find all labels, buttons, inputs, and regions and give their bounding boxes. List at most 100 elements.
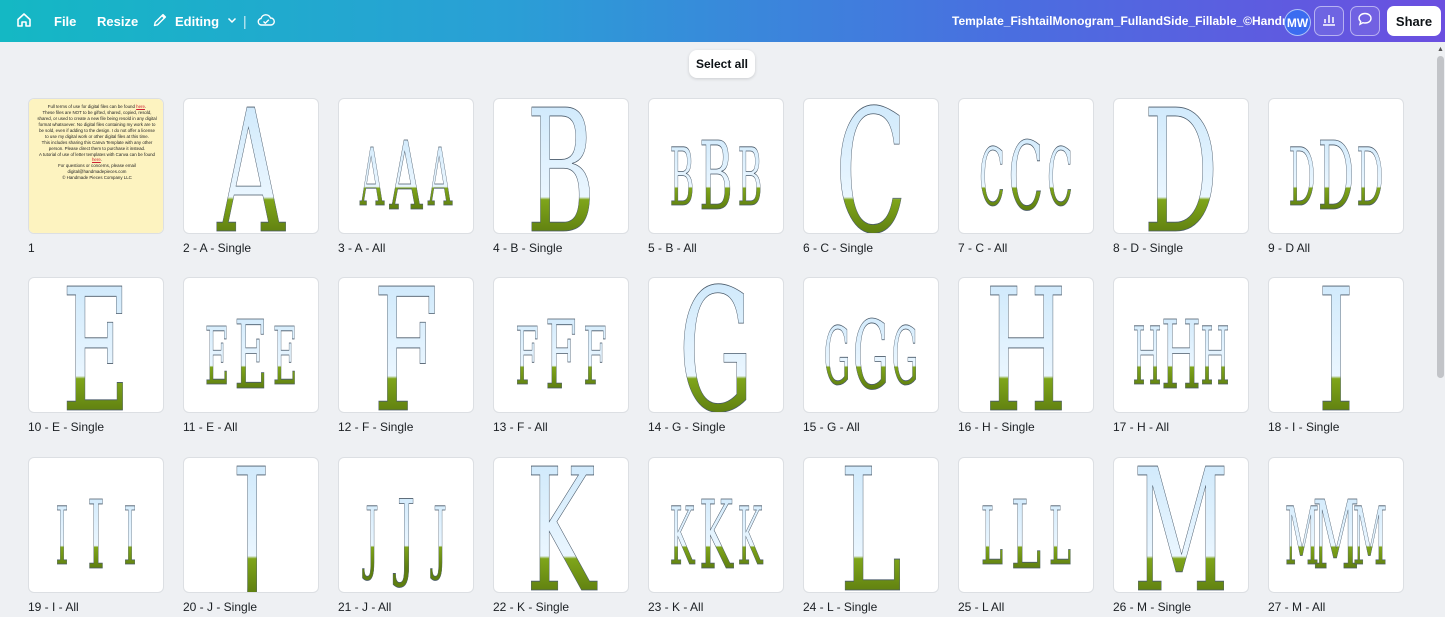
page-thumbnail[interactable]: E — [28, 277, 164, 413]
page-label: 8 - D - Single — [1113, 241, 1184, 255]
page-label: 13 - F - All — [493, 420, 548, 434]
page-thumbnail[interactable]: C — [803, 98, 939, 234]
page-thumbnail[interactable]: J — [183, 457, 319, 593]
page-thumbnail[interactable]: JJJ — [338, 457, 474, 593]
page-thumbnail[interactable]: K — [493, 457, 629, 593]
monogram-side-letter: F — [515, 311, 538, 404]
page-thumbnail[interactable]: A — [183, 98, 319, 234]
letter-thumbnail: AAA — [339, 99, 473, 233]
page-label: 1 — [28, 241, 35, 255]
monogram-side-letter: L — [1049, 491, 1071, 584]
monogram-center-letter: D — [1318, 121, 1355, 232]
monogram-center-letter: H — [1161, 300, 1201, 411]
terms-punct: . — [144, 104, 147, 109]
monogram-center-letter: C — [1009, 121, 1044, 232]
monogram-center-letter: I — [87, 480, 105, 591]
monogram-side-letter: I — [123, 491, 136, 584]
monogram-letter: D — [1144, 99, 1219, 233]
page-thumbnail[interactable]: CCC — [958, 98, 1094, 234]
page-thumbnail[interactable]: FFF — [493, 277, 629, 413]
page-thumbnail[interactable]: EEE — [183, 277, 319, 413]
page-label: 4 - B - Single — [493, 241, 563, 255]
letter-thumbnail: C — [804, 99, 938, 233]
monogram-side-letter: G — [824, 311, 851, 404]
terms-link[interactable]: here — [92, 157, 101, 162]
monogram-letter: H — [985, 278, 1067, 412]
letter-thumbnail: GGG — [804, 278, 938, 412]
page-label: 22 - K - Single — [493, 600, 570, 614]
monogram-side-letter: L — [981, 491, 1003, 584]
letter-thumbnail: G — [649, 278, 783, 412]
terms-body: These files are NOT to be gifted, shared… — [37, 109, 157, 139]
scrollbar-thumb[interactable] — [1437, 56, 1444, 378]
page-label: 7 - C - All — [958, 241, 1008, 255]
page-label: 24 - L - Single — [803, 600, 878, 614]
letter-thumbnail: MMM — [1269, 458, 1403, 592]
page-label: 19 - I - All — [28, 600, 79, 614]
page-label: 9 - D All — [1268, 241, 1311, 255]
monogram-side-letter: D — [1289, 132, 1316, 225]
page-label: 2 - A - Single — [183, 241, 252, 255]
page-thumbnail[interactable]: Full terms of use for digital files can … — [28, 98, 164, 234]
letter-thumbnail: III — [29, 458, 163, 592]
letter-thumbnail: HHH — [1114, 278, 1248, 412]
page-thumbnail[interactable]: B — [493, 98, 629, 234]
monogram-side-letter: K — [737, 491, 763, 584]
page-label: 25 - L All — [958, 600, 1005, 614]
monogram-letter: A — [217, 99, 287, 233]
page-thumbnail[interactable]: AAA — [338, 98, 474, 234]
monogram-side-letter: D — [1357, 132, 1384, 225]
monogram-letter: F — [374, 278, 439, 412]
monogram-center-letter: G — [853, 300, 889, 411]
page-thumbnail[interactable]: HHH — [1113, 277, 1249, 413]
page-thumbnail[interactable]: L — [803, 457, 939, 593]
page-label: 11 - E - All — [183, 420, 238, 434]
page-grid: Full terms of use for digital files can … — [0, 0, 1445, 617]
page-label: 20 - J - Single — [183, 600, 258, 614]
letter-thumbnail: K — [494, 458, 628, 592]
page-thumbnail[interactable]: MMM — [1268, 457, 1404, 593]
letter-thumbnail: D — [1114, 99, 1248, 233]
page-label: 10 - E - Single — [28, 420, 105, 434]
page-thumbnail[interactable]: DDD — [1268, 98, 1404, 234]
monogram-side-letter: J — [362, 491, 379, 584]
letter-thumbnail: BBB — [649, 99, 783, 233]
monogram-center-letter: A — [389, 121, 423, 232]
page-thumbnail[interactable]: III — [28, 457, 164, 593]
letter-thumbnail: M — [1114, 458, 1248, 592]
page-label: 15 - G - All — [803, 420, 860, 434]
page-thumbnail[interactable]: BBB — [648, 98, 784, 234]
page-thumbnail[interactable]: H — [958, 277, 1094, 413]
monogram-center-letter: B — [699, 121, 733, 232]
letter-thumbnail: A — [184, 99, 318, 233]
terms-punct: . — [100, 157, 103, 163]
page-thumbnail[interactable]: GGG — [803, 277, 939, 413]
page-thumbnail[interactable]: KKK — [648, 457, 784, 593]
page-thumbnail[interactable]: I — [1268, 277, 1404, 413]
monogram-letter: C — [835, 99, 907, 233]
monogram-letter: E — [62, 278, 130, 412]
page-label: 17 - H - All — [1113, 420, 1170, 434]
monogram-letter: K — [526, 458, 598, 592]
page-thumbnail[interactable]: F — [338, 277, 474, 413]
page-label: 27 - M - All — [1268, 600, 1326, 614]
letter-thumbnail: EEE — [184, 278, 318, 412]
terms-of-use-page: Full terms of use for digital files can … — [29, 99, 163, 233]
scroll-up-arrow-icon[interactable]: ▲ — [1437, 46, 1444, 53]
monogram-side-letter: B — [670, 132, 695, 225]
page-label: 26 - M - Single — [1113, 600, 1192, 614]
monogram-side-letter: A — [427, 132, 452, 225]
page-thumbnail[interactable]: LLL — [958, 457, 1094, 593]
monogram-side-letter: C — [979, 132, 1005, 225]
page-thumbnail[interactable]: G — [648, 277, 784, 413]
page-thumbnail[interactable]: D — [1113, 98, 1249, 234]
letter-thumbnail: E — [29, 278, 163, 412]
terms-link[interactable]: here — [136, 104, 145, 109]
monogram-letter: M — [1133, 458, 1229, 592]
letter-thumbnail: CCC — [959, 99, 1093, 233]
monogram-side-letter: G — [892, 311, 919, 404]
monogram-side-letter: B — [738, 132, 763, 225]
monogram-side-letter: E — [205, 311, 230, 404]
page-label: 16 - H - Single — [958, 420, 1035, 434]
page-thumbnail[interactable]: M — [1113, 457, 1249, 593]
